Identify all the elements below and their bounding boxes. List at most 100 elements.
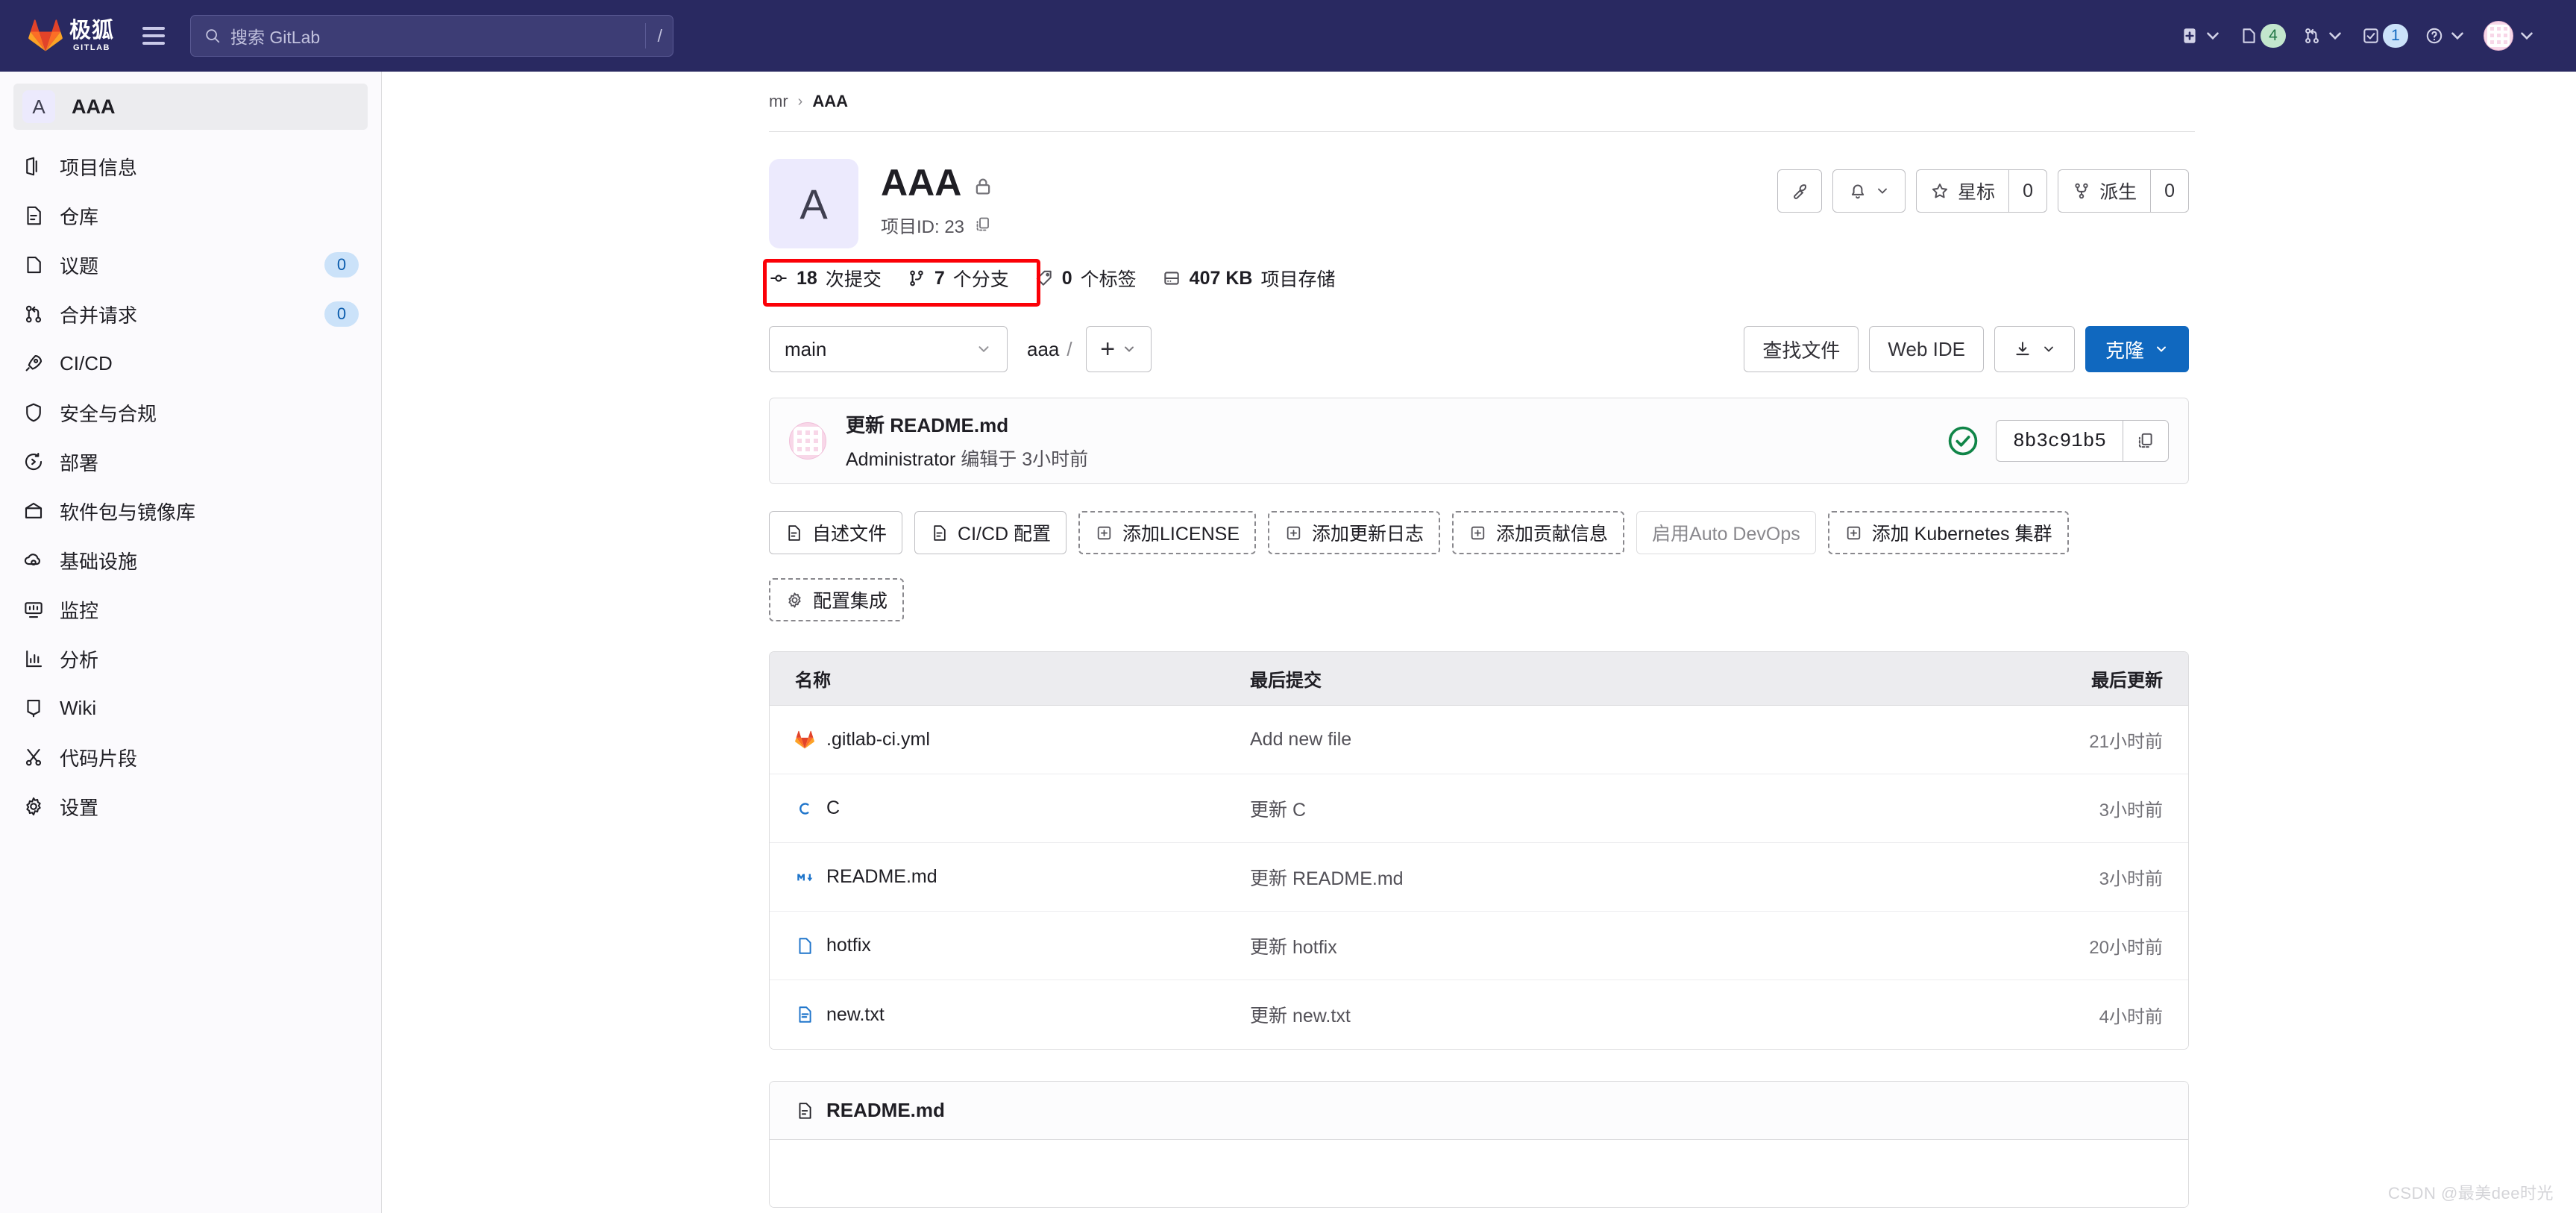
sidebar-item-label: 部署	[60, 451, 99, 474]
issue-icon	[22, 254, 45, 276]
file-browser-table: 名称 最后提交 最后更新 .gitlab-ci.yml Add new file	[769, 651, 2189, 1050]
add-to-repo-dropdown[interactable]: +	[1085, 326, 1152, 372]
chevron-down-icon	[1878, 188, 1888, 194]
doc-icon	[934, 524, 946, 541]
notification-dropdown[interactable]	[1832, 169, 1906, 213]
pipeline-success-icon[interactable]	[1947, 424, 1979, 457]
sidebar-item-snippets[interactable]: 代码片段	[13, 733, 368, 782]
clone-button[interactable]: 克隆	[2085, 326, 2189, 372]
sidebar-item-infrastructure[interactable]: 基础设施	[13, 536, 368, 585]
quick-actions-row: 自述文件 CI/CD 配置 添加LICENSE 添加更新日志 添加贡献信息 启用…	[763, 484, 2195, 621]
sidebar-item-project-info[interactable]: 项目信息	[13, 142, 368, 191]
issues-indicator[interactable]: 4	[2232, 15, 2293, 57]
user-menu-dropdown[interactable]	[2477, 15, 2543, 57]
chevron-down-icon	[2207, 32, 2219, 40]
readme-chip[interactable]: 自述文件	[769, 511, 903, 554]
gitlab-fox-icon	[795, 730, 814, 749]
repo-path-root[interactable]: aaa	[1027, 338, 1059, 361]
search-input[interactable]: 搜索 GitLab /	[190, 15, 674, 57]
download-dropdown[interactable]	[1994, 326, 2075, 372]
copy-icon[interactable]	[974, 216, 992, 233]
breadcrumb-group[interactable]: mr	[769, 92, 788, 111]
sidebar-item-label: Wiki	[60, 696, 97, 719]
project-id-label: 项目ID: 23	[881, 216, 965, 237]
table-row[interactable]: new.txt 更新 new.txt 4小时前	[770, 980, 2188, 1049]
file-name-cell[interactable]: hotfix	[795, 935, 1250, 956]
stat-commits-label: 次提交	[825, 269, 882, 290]
configure-integrations-chip[interactable]: 配置集成	[769, 578, 905, 621]
create-new-dropdown[interactable]	[2173, 15, 2229, 57]
project-action-buttons: 星标 0 派生 0	[1777, 159, 2189, 213]
file-commit-message[interactable]: 更新 new.txt	[1250, 1001, 1984, 1028]
file-name-cell[interactable]: C	[795, 797, 1250, 819]
find-file-button[interactable]: 查找文件	[1744, 326, 1859, 372]
copy-sha-button[interactable]	[2123, 420, 2169, 462]
commit-sha[interactable]: 8b3c91b5	[1996, 420, 2123, 462]
question-circle-icon	[2426, 28, 2443, 44]
clone-button-label: 克隆	[2105, 339, 2144, 362]
sidebar-item-monitor[interactable]: 监控	[13, 585, 368, 634]
package-icon	[22, 500, 45, 522]
hamburger-icon[interactable]	[136, 19, 171, 53]
sidebar-item-packages[interactable]: 软件包与镜像库	[13, 486, 368, 536]
sidebar-item-issues[interactable]: 议题 0	[13, 240, 368, 289]
chip-label: 添加LICENSE	[1122, 524, 1240, 545]
sidebar-item-label: 仓库	[60, 205, 99, 228]
readme-title[interactable]: README.md	[826, 1099, 945, 1122]
chevron-down-icon	[2044, 346, 2053, 352]
file-commit-message[interactable]: Add new file	[1250, 729, 1984, 750]
fork-count[interactable]: 0	[2150, 169, 2189, 213]
search-placeholder: 搜索 GitLab	[230, 28, 321, 47]
star-button[interactable]: 星标	[1916, 169, 2009, 213]
table-row[interactable]: C 更新 C 3小时前	[770, 774, 2188, 843]
merge-requests-dropdown[interactable]	[2296, 15, 2352, 57]
commit-message[interactable]: 更新 README.md	[846, 410, 1088, 438]
star-count[interactable]: 0	[2008, 169, 2048, 213]
breadcrumb-project[interactable]: AAA	[812, 92, 848, 111]
issues-icon	[2243, 28, 2255, 43]
sidebar-item-repository[interactable]: 仓库	[13, 191, 368, 240]
sidebar-project-header[interactable]: A AAA	[13, 84, 368, 130]
file-name-cell[interactable]: new.txt	[795, 1004, 1250, 1026]
file-name-cell[interactable]: .gitlab-ci.yml	[795, 729, 1250, 750]
file-commit-message[interactable]: 更新 C	[1250, 795, 1984, 822]
branch-icon	[910, 270, 923, 286]
sidebar-item-deploy[interactable]: 部署	[13, 437, 368, 486]
sidebar-item-security[interactable]: 安全与合规	[13, 388, 368, 437]
table-row[interactable]: README.md 更新 README.md 3小时前	[770, 843, 2188, 912]
table-row[interactable]: .gitlab-ci.yml Add new file 21小时前	[770, 706, 2188, 774]
bell-icon	[1852, 184, 1865, 199]
file-commit-message[interactable]: 更新 hotfix	[1250, 933, 1984, 959]
table-row[interactable]: hotfix 更新 hotfix 20小时前	[770, 912, 2188, 980]
file-name-cell[interactable]: README.md	[795, 866, 1250, 888]
branch-selector[interactable]: main	[769, 326, 1008, 372]
stat-tags[interactable]: 0 个标签	[1034, 265, 1137, 292]
sidebar-item-cicd[interactable]: CI/CD	[13, 339, 368, 388]
web-ide-button[interactable]: Web IDE	[1869, 326, 1984, 372]
gitlab-brand-logo[interactable]: 极狐 GITLAB	[28, 19, 114, 53]
sidebar-item-settings[interactable]: 设置	[13, 782, 368, 831]
sidebar-item-wiki[interactable]: Wiki	[13, 683, 368, 733]
stat-commits[interactable]: 18 次提交	[769, 265, 882, 292]
sidebar-item-merge-requests[interactable]: 合并请求 0	[13, 289, 368, 339]
commit-author[interactable]: Administrator	[846, 449, 955, 470]
add-kubernetes-cluster-chip[interactable]: 添加 Kubernetes 集群	[1827, 511, 2069, 554]
file-name: hotfix	[826, 935, 871, 956]
add-contribution-chip[interactable]: 添加贡献信息	[1452, 511, 1625, 554]
help-dropdown[interactable]	[2418, 15, 2474, 57]
fork-label: 派生	[2099, 182, 2137, 203]
cicd-config-chip[interactable]: CI/CD 配置	[914, 511, 1067, 554]
add-changelog-chip[interactable]: 添加更新日志	[1268, 511, 1441, 554]
gear-icon	[22, 795, 45, 818]
file-commit-message[interactable]: 更新 README.md	[1250, 864, 1984, 891]
todos-indicator[interactable]: 1	[2354, 15, 2415, 57]
add-license-chip[interactable]: 添加LICENSE	[1078, 511, 1257, 554]
commit-author-avatar	[789, 422, 826, 460]
project-settings-button[interactable]	[1777, 169, 1823, 213]
stat-branches[interactable]: 7 个分支	[907, 265, 1009, 292]
sidebar-item-analytics[interactable]: 分析	[13, 634, 368, 683]
gear-icon	[788, 592, 801, 608]
enable-auto-devops-chip[interactable]: 启用Auto DevOps	[1636, 511, 1816, 554]
brand-text: 极狐 GITLAB	[69, 19, 114, 52]
fork-button[interactable]: 派生	[2058, 169, 2151, 213]
